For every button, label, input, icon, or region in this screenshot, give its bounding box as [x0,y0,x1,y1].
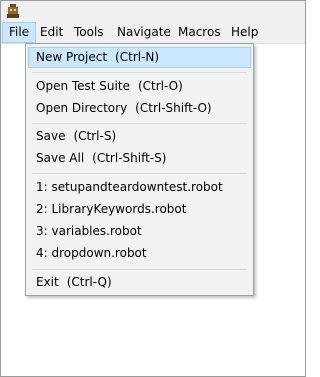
menu-separator [32,269,247,270]
menu-item-label: Save All [36,151,85,165]
menu-navigate[interactable]: Navigate [111,22,177,43]
menu-item-shortcut: (Ctrl-Shift-S) [92,151,167,165]
menu-separator [32,173,247,174]
menu-separator [32,72,247,73]
app-window: File Edit Tools Navigate Macros Help New… [0,0,306,377]
menu-item-shortcut: (Ctrl-Q) [66,275,112,289]
menu-item-open-test-suite[interactable]: Open Test Suite (Ctrl-O) [28,76,251,97]
file-menu-dropdown: New Project (Ctrl-N) Open Test Suite (Ctrl… [25,43,254,296]
menu-item-new-project[interactable]: New Project (Ctrl-N) [28,47,251,68]
menu-item-label: Save [36,129,66,143]
menu-tools[interactable]: Tools [68,22,110,43]
menu-item-label: New Project [36,50,108,64]
menu-item-label: Exit [36,275,59,289]
menu-item-label: Open Directory [36,101,128,115]
menu-item-shortcut: (Ctrl-O) [137,79,183,93]
menu-item-label: Open Test Suite [36,79,130,93]
menu-separator [32,123,247,124]
title-bar [1,1,305,22]
robot-app-icon[interactable] [5,3,21,19]
menu-item-shortcut: (Ctrl-Shift-O) [135,101,212,115]
menu-file[interactable]: File [2,22,37,43]
menu-item-save-all[interactable]: Save All (Ctrl-Shift-S) [28,148,251,169]
menu-item-recent-1[interactable]: 1: setupandteardowntest.robot [28,177,251,198]
menu-item-exit[interactable]: Exit (Ctrl-Q) [28,272,251,293]
menu-item-recent-2[interactable]: 2: LibraryKeywords.robot [28,199,251,220]
menu-bar: File Edit Tools Navigate Macros Help [1,22,305,44]
menu-item-shortcut: (Ctrl-S) [73,129,117,143]
menu-macros[interactable]: Macros [172,22,227,43]
menu-help[interactable]: Help [225,22,264,43]
menu-item-save[interactable]: Save (Ctrl-S) [28,126,251,147]
menu-item-recent-3[interactable]: 3: variables.robot [28,221,251,242]
menu-item-shortcut: (Ctrl-N) [115,50,160,64]
menu-item-recent-4[interactable]: 4: dropdown.robot [28,243,251,264]
menu-item-open-directory[interactable]: Open Directory (Ctrl-Shift-O) [28,98,251,119]
menu-edit[interactable]: Edit [34,22,69,43]
